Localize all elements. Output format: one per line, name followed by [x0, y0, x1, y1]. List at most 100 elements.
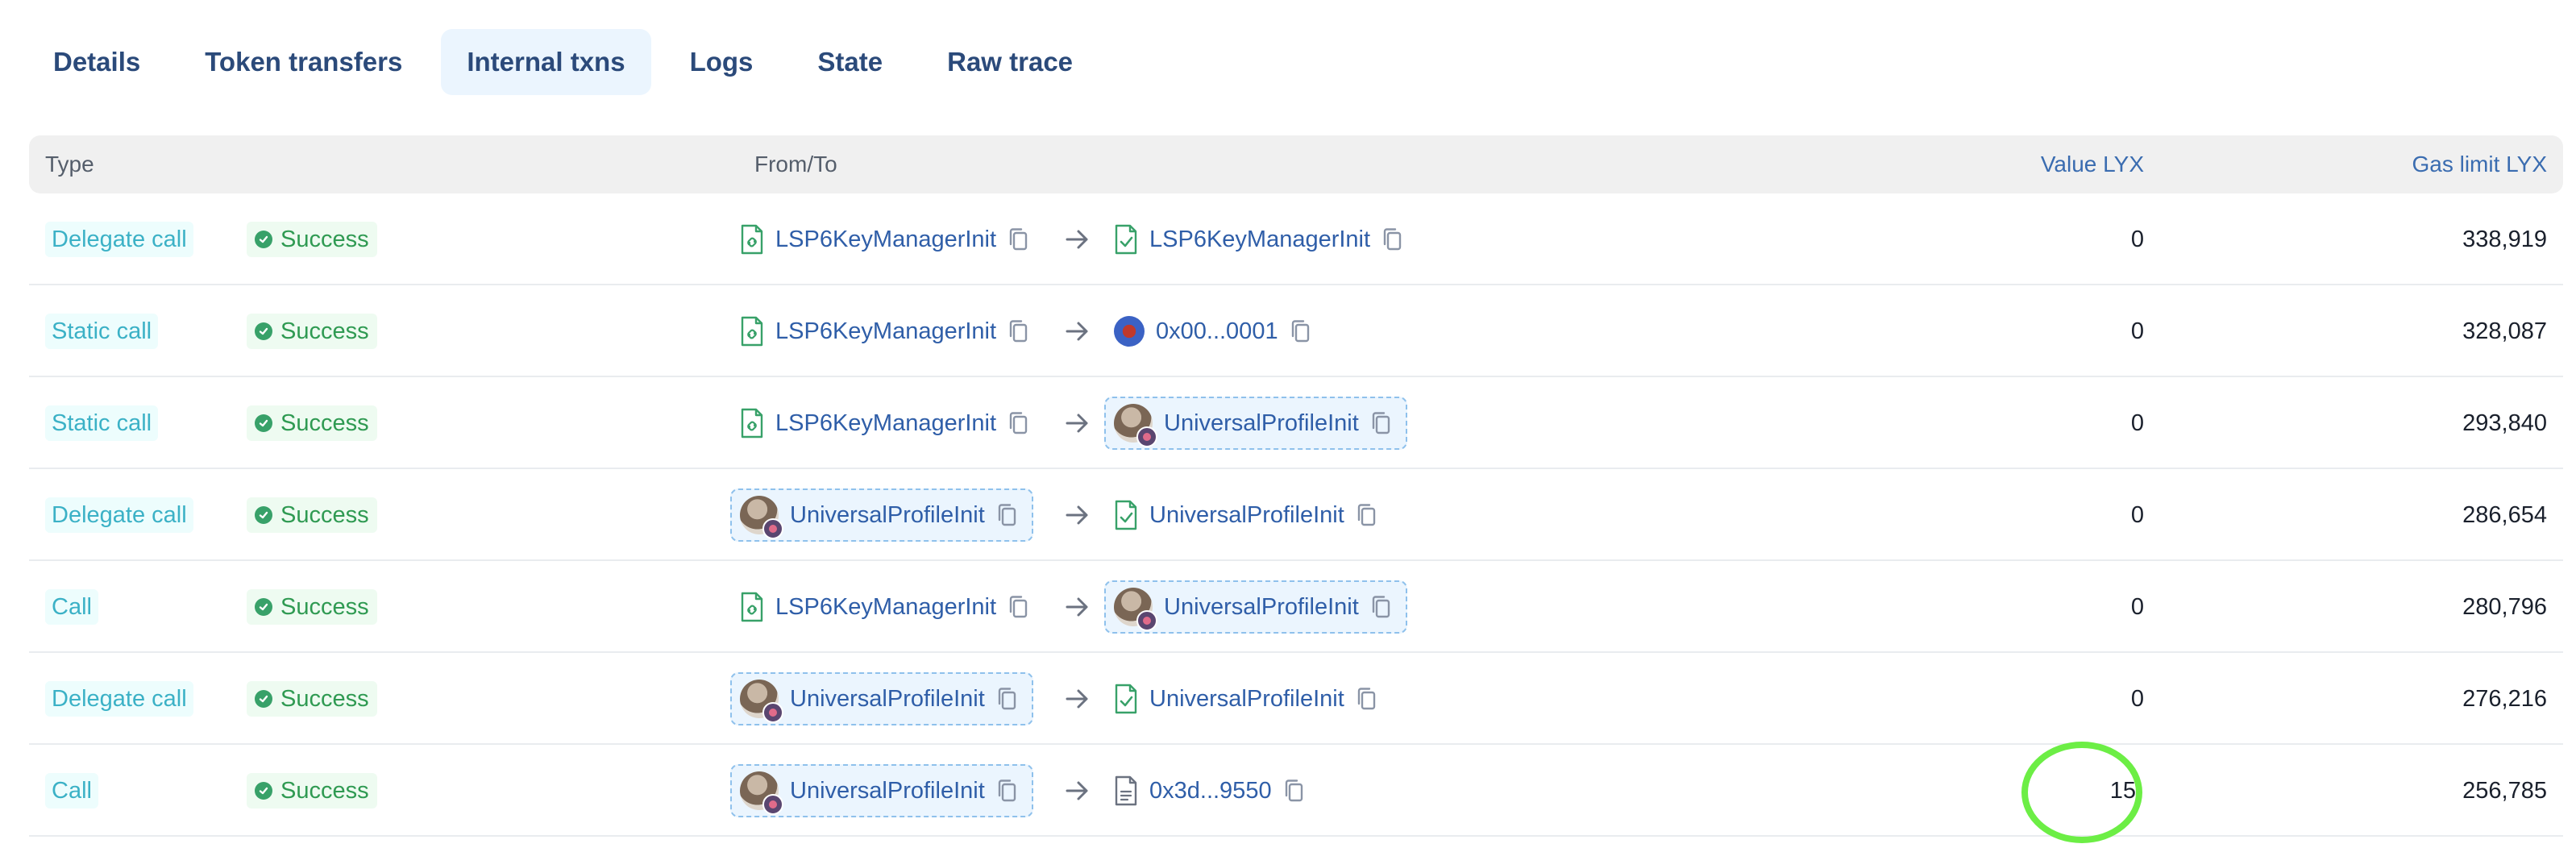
to-address[interactable]: UniversalProfileInit — [1114, 653, 1380, 745]
header-gas-limit[interactable]: Gas limit LYX — [2412, 135, 2547, 193]
check-circle-icon — [255, 598, 272, 616]
arrow-right-icon — [1066, 505, 1088, 525]
value-cell: 0 — [2130, 501, 2144, 528]
direction-arrow — [1064, 469, 1091, 561]
verified-contract-icon — [1115, 224, 1137, 255]
check-circle-icon — [255, 690, 272, 708]
table-row: Call Success LSP6KeyManagerInit Universa… — [29, 561, 2563, 653]
to-address[interactable]: LSP6KeyManagerInit — [1114, 193, 1406, 285]
tab-state[interactable]: State — [791, 29, 908, 95]
avatar — [740, 496, 783, 539]
direction-arrow — [1064, 285, 1091, 377]
from-address-label[interactable]: LSP6KeyManagerInit — [775, 410, 996, 437]
tab-details[interactable]: Details — [27, 29, 166, 95]
header-value[interactable]: Value LYX — [2041, 135, 2144, 193]
copy-icon[interactable] — [1008, 319, 1032, 343]
direction-arrow — [1064, 561, 1091, 653]
verified-contract-icon — [1115, 500, 1137, 530]
check-circle-icon — [255, 506, 272, 524]
from-address-label[interactable]: LSP6KeyManagerInit — [775, 227, 996, 253]
address-avatar — [1114, 316, 1145, 347]
copy-icon[interactable] — [1290, 319, 1314, 343]
value-cell: 0 — [2130, 685, 2144, 712]
status-badge: Success — [247, 589, 377, 625]
status-label: Success — [280, 501, 369, 528]
from-address[interactable]: LSP6KeyManagerInit — [740, 377, 1032, 469]
status-badge: Success — [247, 222, 377, 257]
from-address[interactable]: UniversalProfileInit — [730, 764, 1033, 817]
table-row: Static call Success LSP6KeyManagerInit 0… — [29, 285, 2563, 377]
type-badge: Delegate call — [45, 497, 193, 533]
from-address[interactable]: LSP6KeyManagerInit — [740, 561, 1032, 653]
to-address-label[interactable]: UniversalProfileInit — [1149, 686, 1344, 713]
check-circle-icon — [255, 782, 272, 800]
from-address[interactable]: UniversalProfileInit — [730, 672, 1033, 725]
type-badge: Static call — [45, 314, 159, 349]
value-cell: 0 — [2130, 593, 2144, 620]
from-address[interactable]: UniversalProfileInit — [730, 488, 1033, 542]
status-badge: Success — [247, 314, 377, 349]
status-badge: Success — [247, 681, 377, 717]
status-label: Success — [280, 593, 369, 620]
tab-internal-txns[interactable]: Internal txns — [441, 29, 651, 95]
copy-icon[interactable] — [996, 503, 1020, 527]
copy-icon[interactable] — [1381, 227, 1406, 251]
value-cell: 0 — [2130, 226, 2144, 252]
copy-icon[interactable] — [996, 779, 1020, 803]
copy-icon[interactable] — [1370, 411, 1394, 435]
to-address[interactable]: 0x3d...9550 — [1114, 745, 1307, 837]
from-address-label[interactable]: UniversalProfileInit — [790, 502, 985, 529]
from-address-label[interactable]: LSP6KeyManagerInit — [775, 594, 996, 621]
table-body: Delegate call Success LSP6KeyManagerInit… — [29, 193, 2563, 837]
value-cell: 0 — [2130, 409, 2144, 436]
copy-icon[interactable] — [1008, 595, 1032, 619]
type-badge: Delegate call — [45, 222, 193, 257]
tab-logs[interactable]: Logs — [664, 29, 779, 95]
direction-arrow — [1064, 745, 1091, 837]
status-label: Success — [280, 226, 369, 252]
table-header: Type From/To Value LYX Gas limit LYX — [29, 135, 2563, 193]
avatar — [740, 680, 783, 723]
check-circle-icon — [255, 322, 272, 340]
status-label: Success — [280, 318, 369, 344]
value-cell: 15 — [2109, 777, 2136, 804]
from-address-label[interactable]: UniversalProfileInit — [790, 778, 985, 804]
from-address-label[interactable]: LSP6KeyManagerInit — [775, 318, 996, 345]
copy-icon[interactable] — [996, 687, 1020, 711]
to-address-label[interactable]: 0x00...0001 — [1156, 318, 1278, 345]
from-address[interactable]: LSP6KeyManagerInit — [740, 193, 1032, 285]
status-badge: Success — [247, 773, 377, 809]
copy-icon[interactable] — [1370, 595, 1394, 619]
status-badge: Success — [247, 497, 377, 533]
direction-arrow — [1064, 653, 1091, 745]
direction-arrow — [1064, 193, 1091, 285]
copy-icon[interactable] — [1283, 779, 1307, 803]
type-badge: Call — [45, 589, 98, 625]
copy-icon[interactable] — [1356, 687, 1380, 711]
to-address-label[interactable]: UniversalProfileInit — [1164, 410, 1359, 437]
from-address-label[interactable]: UniversalProfileInit — [790, 686, 985, 713]
tab-bar: Details Token transfers Internal txns Lo… — [27, 29, 1099, 95]
to-address-label[interactable]: LSP6KeyManagerInit — [1149, 227, 1370, 253]
to-address[interactable]: UniversalProfileInit — [1104, 397, 1407, 450]
type-badge: Call — [45, 773, 98, 809]
tab-raw-trace[interactable]: Raw trace — [921, 29, 1099, 95]
type-badge: Delegate call — [45, 681, 193, 717]
from-address[interactable]: LSP6KeyManagerInit — [740, 285, 1032, 377]
tab-token-transfers[interactable]: Token transfers — [179, 29, 428, 95]
arrow-right-icon — [1066, 322, 1088, 341]
avatar — [740, 771, 783, 815]
to-address[interactable]: UniversalProfileInit — [1114, 469, 1380, 561]
verified-contract-icon — [1115, 684, 1137, 714]
direction-arrow — [1064, 377, 1091, 469]
to-address[interactable]: UniversalProfileInit — [1104, 580, 1407, 634]
copy-icon[interactable] — [1008, 411, 1032, 435]
gas-limit-cell: 280,796 — [2462, 593, 2547, 620]
to-address-label[interactable]: 0x3d...9550 — [1149, 778, 1272, 804]
to-address-label[interactable]: UniversalProfileInit — [1164, 594, 1359, 621]
to-address-label[interactable]: UniversalProfileInit — [1149, 502, 1344, 529]
contract-icon — [741, 316, 763, 347]
copy-icon[interactable] — [1008, 227, 1032, 251]
copy-icon[interactable] — [1356, 503, 1380, 527]
to-address[interactable]: 0x00...0001 — [1114, 285, 1314, 377]
